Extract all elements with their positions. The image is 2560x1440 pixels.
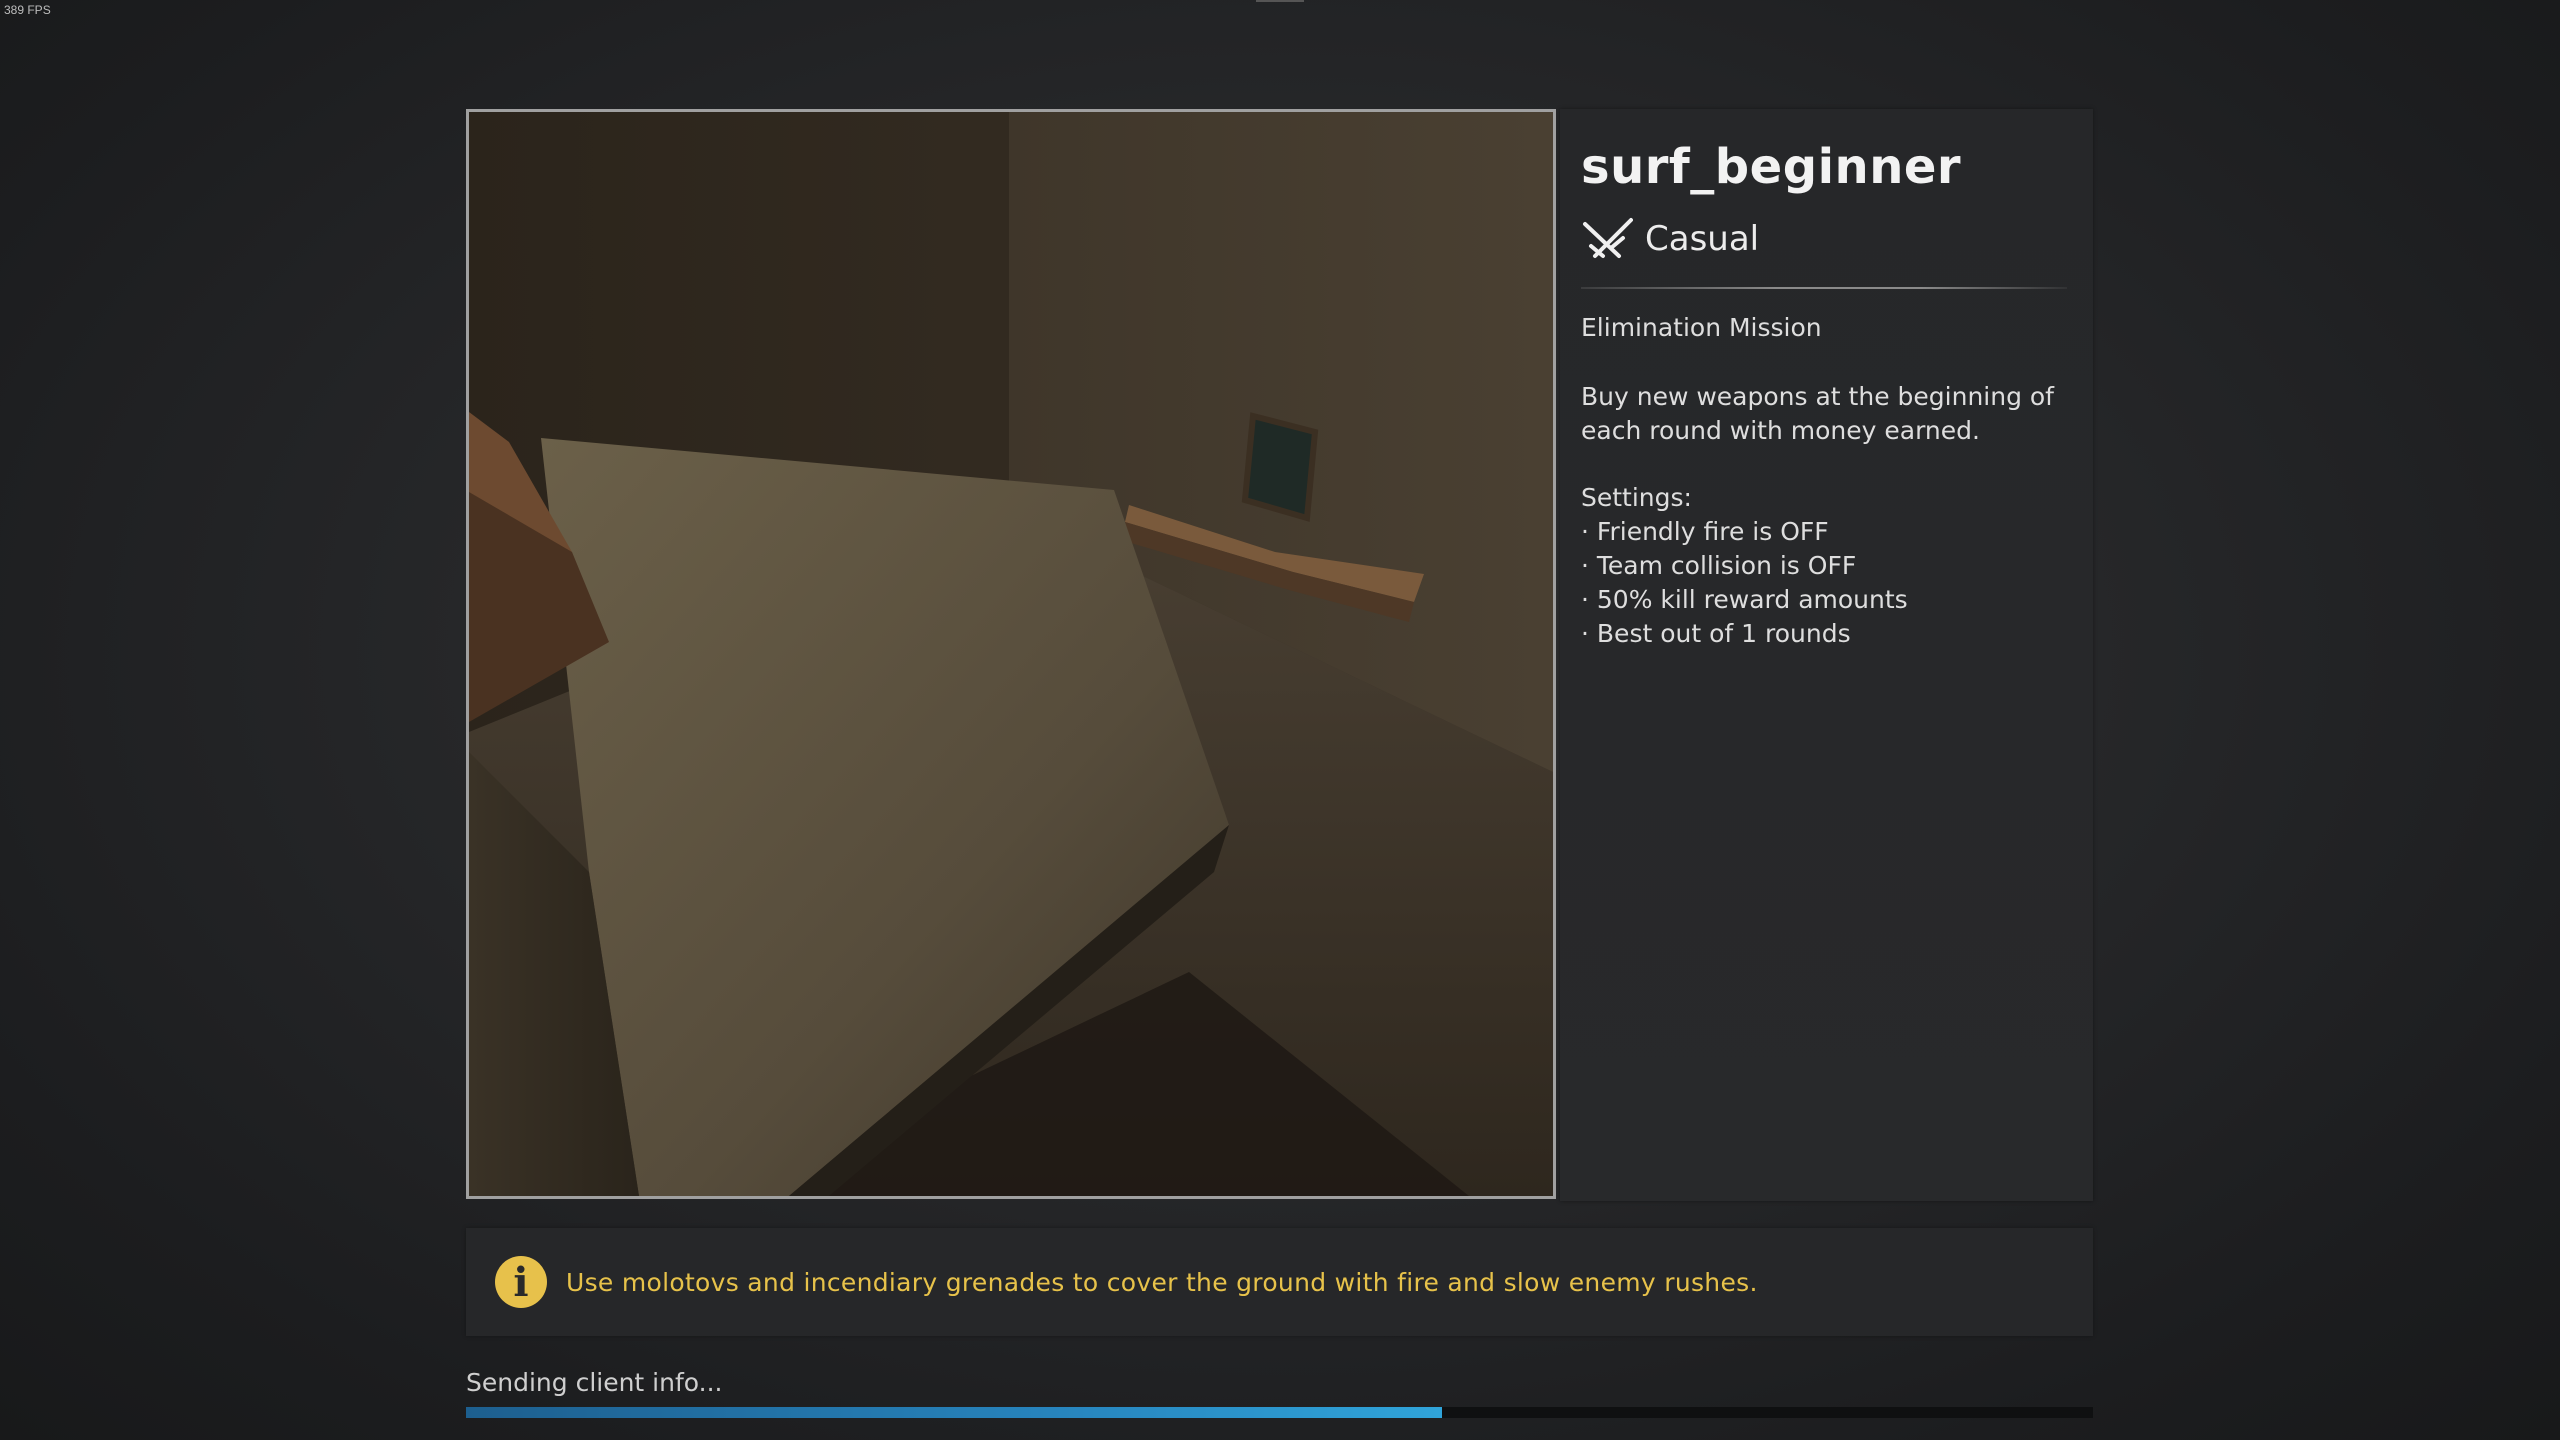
map-preview-image — [466, 109, 1556, 1199]
mission-title: Elimination Mission — [1581, 313, 1822, 342]
fps-counter: 389 FPS — [4, 3, 51, 17]
game-mode-label: Casual — [1645, 219, 1760, 259]
info-icon: i — [495, 1256, 547, 1308]
settings-label: Settings: — [1581, 483, 1692, 512]
setting-item: Best out of 1 rounds — [1581, 617, 1908, 651]
loading-progress-bar — [466, 1407, 2093, 1418]
mission-description: Buy new weapons at the beginning of each… — [1581, 382, 2054, 445]
settings-block: Settings: Friendly fire is OFF Team coll… — [1581, 481, 1908, 651]
loading-progress-fill — [466, 1407, 1443, 1418]
loading-status: Sending client info... — [466, 1368, 723, 1397]
map-preview-render — [469, 112, 1553, 1196]
setting-item: Friendly fire is OFF — [1581, 515, 1908, 549]
setting-item: 50% kill reward amounts — [1581, 583, 1908, 617]
loading-tip-bar: i Use molotovs and incendiary grenades t… — [466, 1228, 2093, 1336]
loading-tip-text: Use molotovs and incendiary grenades to … — [566, 1267, 1758, 1297]
game-mode-row: Casual — [1581, 216, 1759, 262]
map-info-panel: surf_beginner Casual Elimination Mission… — [1560, 109, 2093, 1201]
top-handle — [1256, 0, 1304, 2]
map-title: surf_beginner — [1581, 139, 1962, 195]
crossed-swords-icon — [1583, 218, 1633, 258]
divider — [1581, 287, 2067, 289]
setting-item: Team collision is OFF — [1581, 549, 1908, 583]
